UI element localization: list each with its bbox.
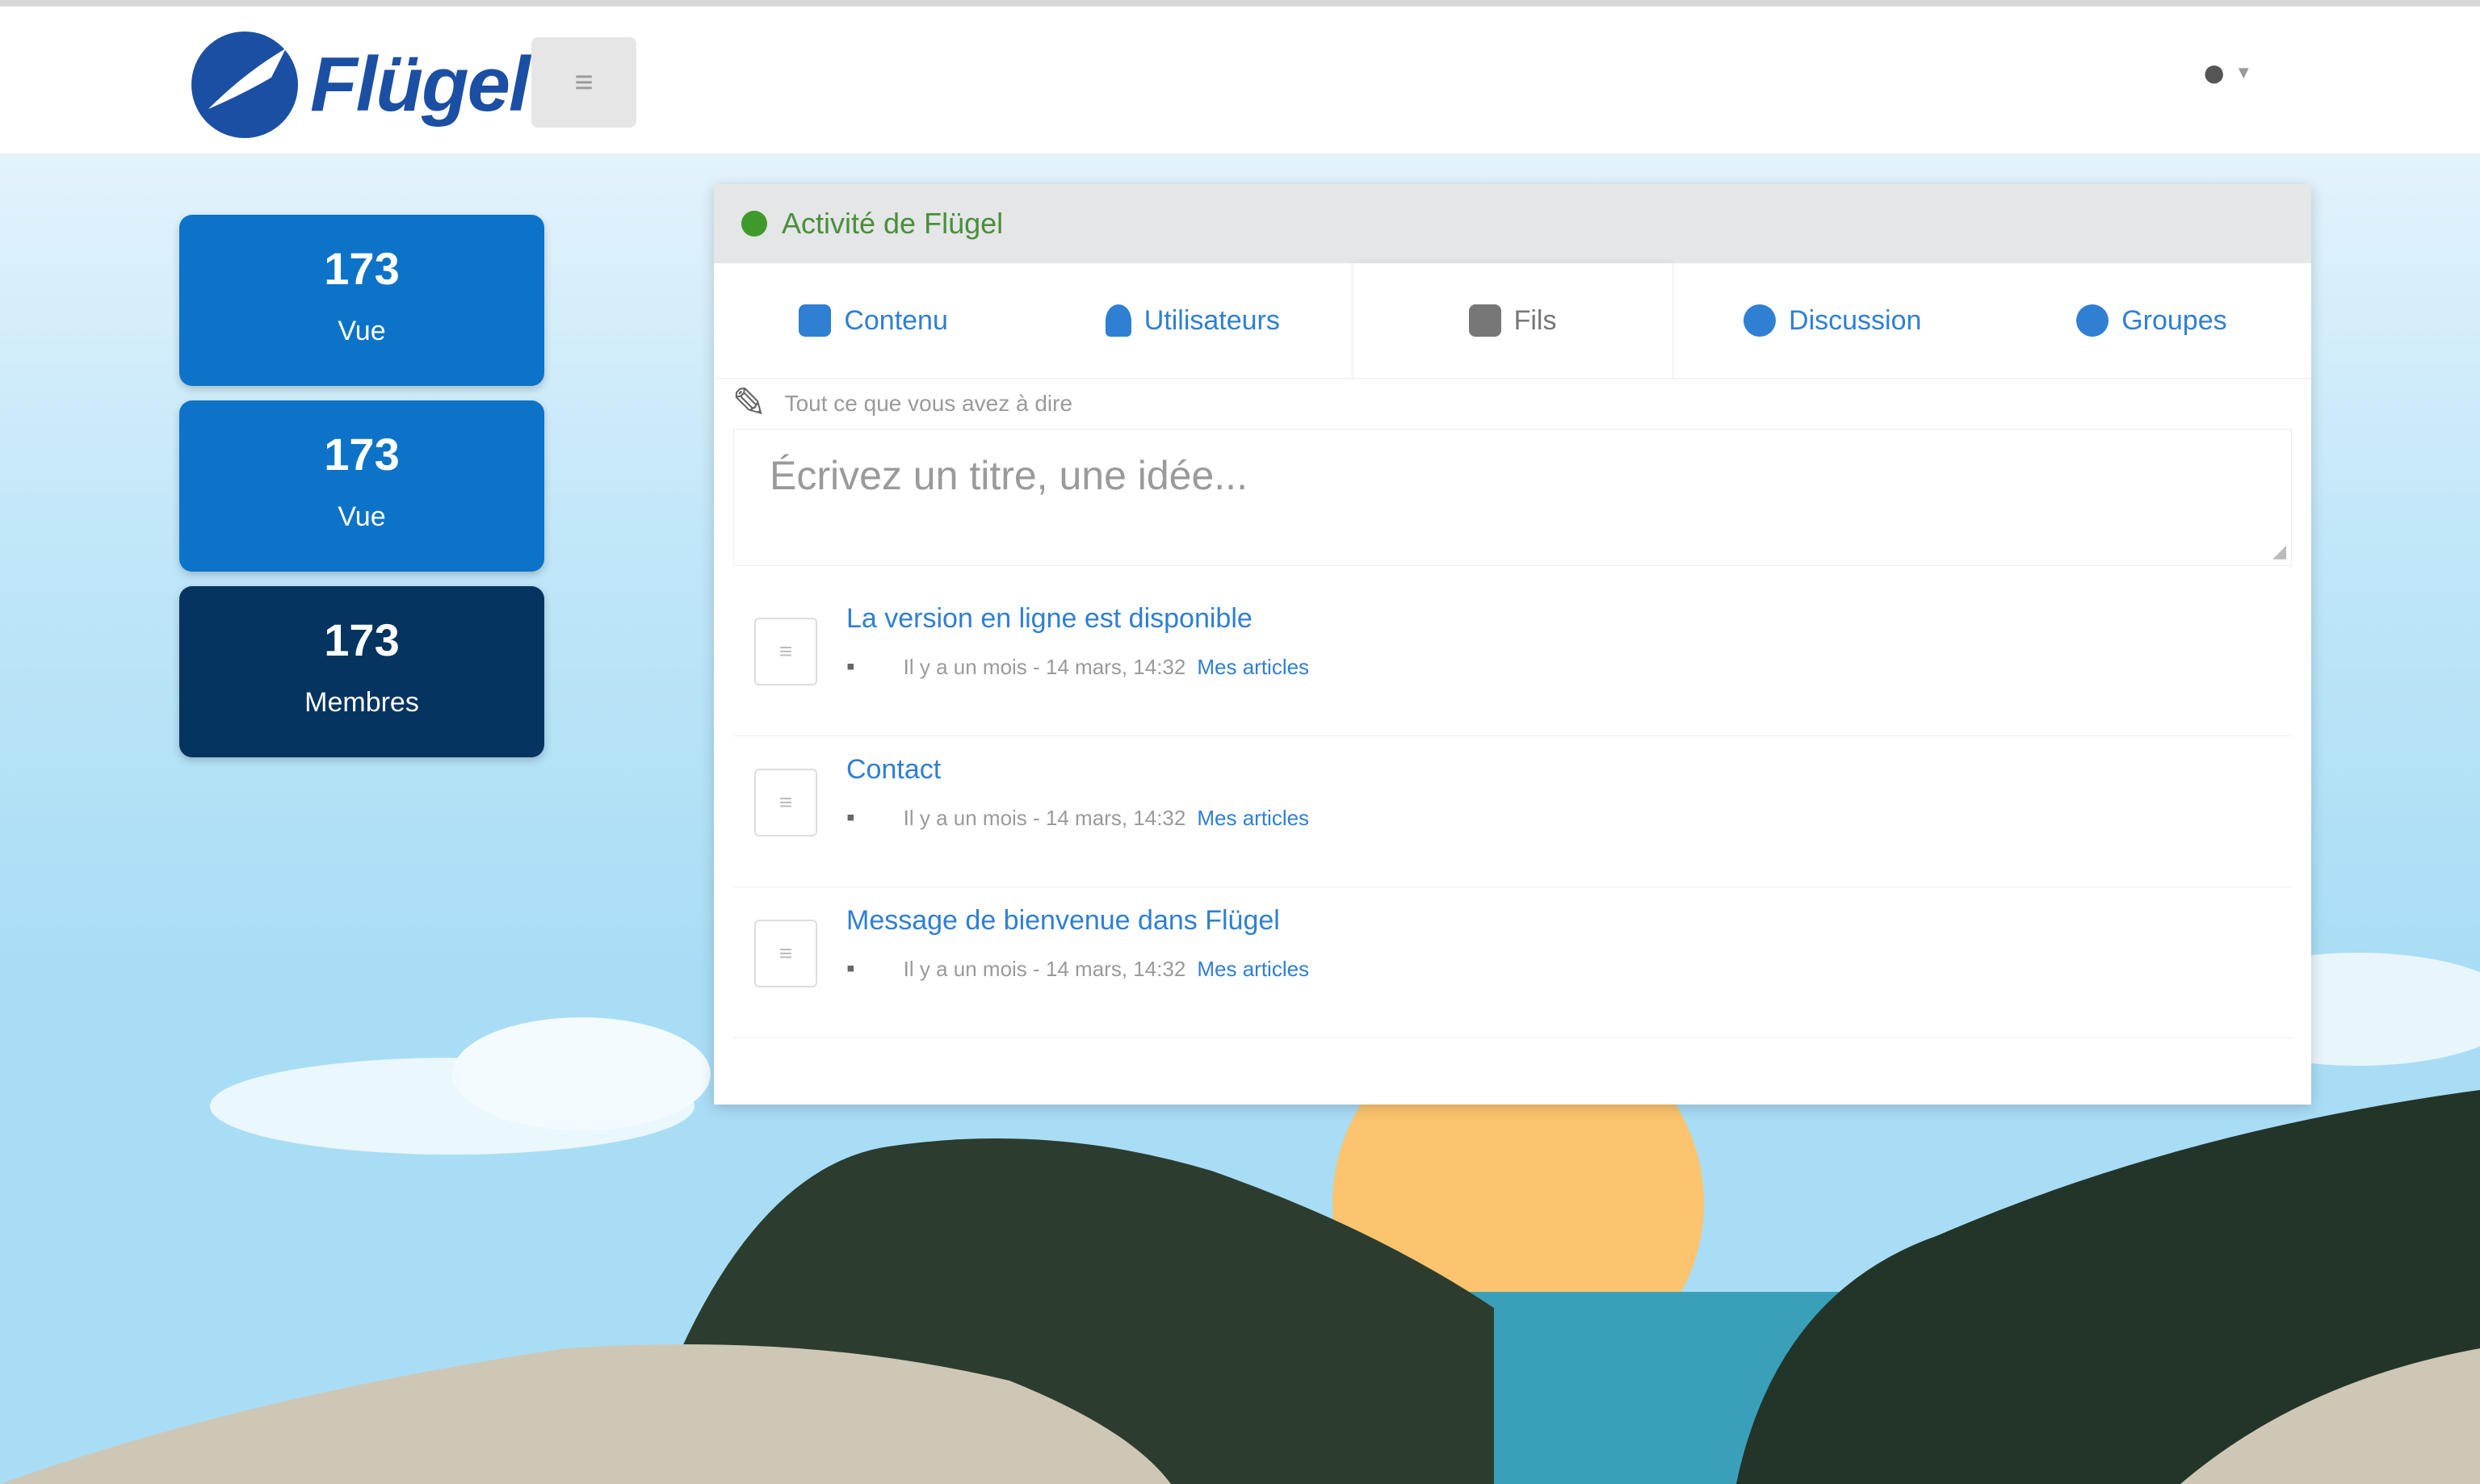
compose-input[interactable]: Écrivez un titre, une idée... ◢ <box>733 429 2292 566</box>
tab-label: Discussion <box>1789 304 1922 336</box>
user-icon <box>1105 304 1131 337</box>
document-thumbnail-icon: ≡ <box>754 618 817 685</box>
document-thumbnail-icon: ≡ <box>754 769 817 836</box>
list-item[interactable]: ≡ Message de bienvenue dans Flügel ▪ Il … <box>733 887 2292 1038</box>
user-icon: ● <box>2201 49 2227 96</box>
top-bar: Flügel ≡ ● ▼ <box>0 0 2480 153</box>
post-author-link[interactable]: Mes articles <box>1197 957 1309 982</box>
tab-bar: Contenu Utilisateurs Fils Discussion Gro… <box>714 263 2311 379</box>
stat-label: Vue <box>338 316 386 346</box>
stat-number: 173 <box>324 614 400 665</box>
discussion-icon <box>1744 304 1777 337</box>
user-menu[interactable]: ● ▼ <box>2201 48 2252 97</box>
hint-text: Tout ce que vous avez à dire <box>784 391 1073 416</box>
resize-handle-icon[interactable]: ◢ <box>2272 541 2286 562</box>
logo[interactable]: Flügel <box>184 24 531 145</box>
post-meta-text: Il y a un mois - 14 mars, 14:32 <box>903 956 1186 981</box>
post-meta: ▪ Il y a un mois - 14 mars, 14:32 Mes ar… <box>846 804 1309 832</box>
content-icon <box>799 304 832 337</box>
chevron-down-icon: ▼ <box>2235 62 2253 82</box>
panel-title: Activité de Flügel <box>782 207 1004 240</box>
document-icon: ▪ <box>846 653 855 680</box>
post-meta-text: Il y a un mois - 14 mars, 14:32 <box>903 654 1186 679</box>
post-author-link[interactable]: Mes articles <box>1197 806 1309 831</box>
post-title-link[interactable]: Message de bienvenue dans Flügel <box>846 905 1280 937</box>
tab-feed[interactable]: Fils <box>1352 263 1673 378</box>
stat-number: 173 <box>324 429 400 480</box>
panel-header: Activité de Flügel <box>714 184 2311 263</box>
pencil-icon: ✎ <box>732 380 767 427</box>
tab-discussion[interactable]: Discussion <box>1673 304 1992 337</box>
tab-content[interactable]: Contenu <box>714 304 1033 337</box>
group-icon <box>2076 304 2109 337</box>
post-meta-text: Il y a un mois - 14 mars, 14:32 <box>903 805 1186 830</box>
stat-card-3[interactable]: 173 Membres <box>179 586 544 757</box>
document-icon: ▪ <box>846 955 855 982</box>
post-author-link[interactable]: Mes articles <box>1197 655 1309 680</box>
stat-card-1[interactable]: 173 Vue <box>179 215 544 386</box>
post-title-link[interactable]: La version en ligne est disponible <box>846 603 1253 635</box>
stat-label: Vue <box>338 501 386 532</box>
tab-label: Fils <box>1513 304 1557 336</box>
stat-label: Membres <box>304 687 419 718</box>
post-meta: ▪ Il y a un mois - 14 mars, 14:32 Mes ar… <box>846 955 1309 983</box>
activity-panel: Activité de Flügel Contenu Utilisateurs … <box>714 184 2311 1105</box>
document-icon: ▪ <box>846 804 855 831</box>
post-title-link[interactable]: Contact <box>846 754 941 786</box>
tab-label: Contenu <box>844 304 948 336</box>
status-dot-icon <box>741 211 767 237</box>
compose-placeholder: Écrivez un titre, une idée... <box>770 453 1248 498</box>
menu-button[interactable]: ≡ <box>531 37 636 128</box>
tab-users[interactable]: Utilisateurs <box>1033 304 1352 337</box>
tab-label: Groupes <box>2121 304 2227 336</box>
stat-card-2[interactable]: 173 Vue <box>179 400 544 572</box>
post-meta: ▪ Il y a un mois - 14 mars, 14:32 Mes ar… <box>846 653 1309 681</box>
logo-icon <box>191 31 298 138</box>
feed-icon <box>1468 304 1501 337</box>
document-thumbnail-icon: ≡ <box>754 920 817 987</box>
post-list: ≡ La version en ligne est disponible ▪ I… <box>714 585 2311 1038</box>
list-item[interactable]: ≡ La version en ligne est disponible ▪ I… <box>733 585 2292 736</box>
compose-hint: ✎ Tout ce que vous avez à dire <box>714 379 2311 429</box>
list-item[interactable]: ≡ Contact ▪ Il y a un mois - 14 mars, 14… <box>733 736 2292 887</box>
menu-icon: ≡ <box>574 64 594 100</box>
stat-number: 173 <box>324 243 400 294</box>
logo-text: Flügel <box>310 41 531 128</box>
tab-label: Utilisateurs <box>1143 304 1280 336</box>
tab-groups[interactable]: Groupes <box>1992 304 2311 337</box>
